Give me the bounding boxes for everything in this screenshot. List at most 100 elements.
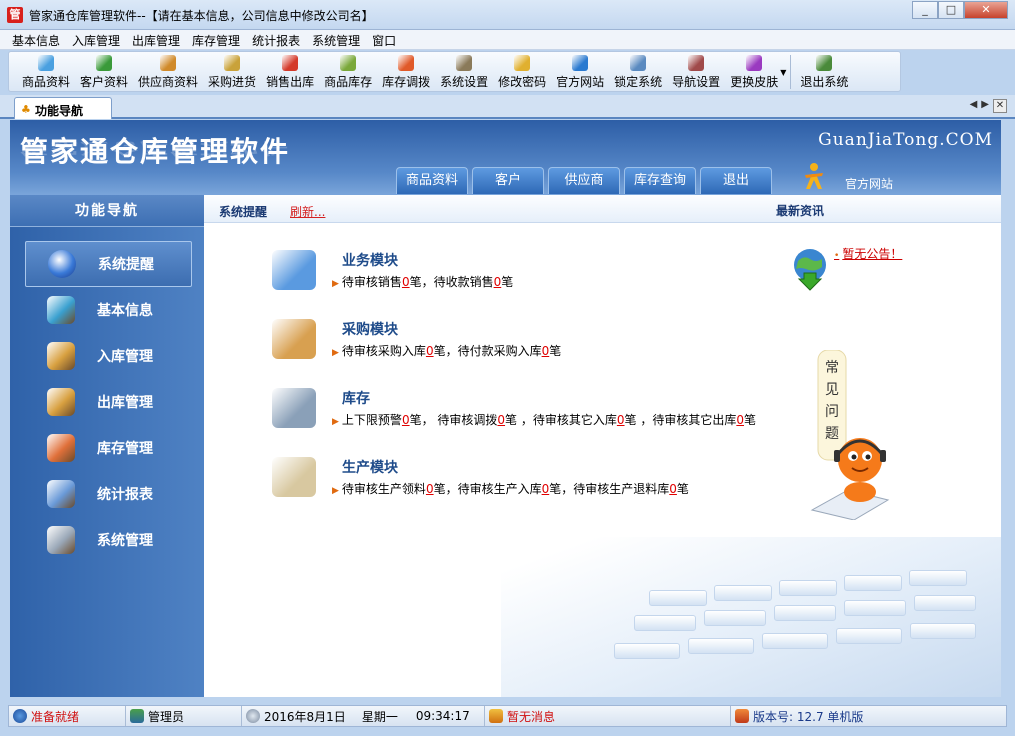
desc-text: 笔 [743,413,756,427]
toolbar-label: 修改密码 [498,75,547,89]
tab-prev-icon[interactable]: ◀ [970,99,978,113]
count-link[interactable]: 0 [669,482,677,496]
desc-text: 待审核销售 [341,275,402,289]
toolbar-button-3[interactable]: 采购进货 [203,52,261,91]
toolbar-button-7[interactable]: 系统设置 [435,52,493,91]
faq-mascot[interactable]: 常 见 问 题 [808,350,908,520]
status-version: 版本号: 12.7 单机版 [731,706,1006,726]
toolbar-button-8[interactable]: 修改密码 [493,52,551,91]
toolbar-button-2[interactable]: 供应商资料 [133,52,203,91]
count-link[interactable]: 0 [617,413,625,427]
menu-item-6[interactable]: 窗口 [366,30,402,49]
banner-tab-4[interactable]: 退出 [700,167,772,194]
toolbar-button-4[interactable]: 销售出库 [261,52,319,91]
toolbar-label: 供应商资料 [138,75,199,89]
skin-dropdown-icon[interactable]: ▼ [780,52,786,91]
count-link[interactable]: 0 [402,275,410,289]
sidebar-item-5[interactable]: 统计报表 [10,471,204,517]
count-link[interactable]: 0 [736,413,744,427]
maximize-button[interactable]: □ [938,1,964,19]
window-controls: _ □ ✕ [912,1,1008,19]
nav-settings-icon [688,55,705,71]
title-bar[interactable]: 管 管家通仓库管理软件--【请在基本信息，公司信息中修改公司名】 _ □ ✕ [0,0,1015,30]
arrow-icon: ▶ [332,486,339,496]
keyboard-decor [909,570,967,586]
module-title[interactable]: 生产模块 [342,457,398,477]
arrow-icon: ▶ [332,417,339,427]
toolbar-button-10[interactable]: 锁定系统 [609,52,667,91]
module-title[interactable]: 业务模块 [342,250,398,270]
banner-tab-3[interactable]: 库存查询 [624,167,696,194]
sidebar-item-label: 入库管理 [97,349,153,365]
globe-download-icon [794,249,826,291]
sidebar-item-2[interactable]: 入库管理 [10,333,204,379]
refresh-link[interactable]: 刷新... [290,203,325,220]
toolbar-button-11[interactable]: 导航设置 [667,52,725,91]
latest-news-title: 最新资讯 [776,204,825,218]
tab-label: 功能导航 [35,104,84,118]
sidebar-item-0[interactable]: 系统提醒 [25,241,192,287]
product-icon [38,55,54,71]
menu-item-0[interactable]: 基本信息 [6,30,66,49]
count-link[interactable]: 0 [402,413,410,427]
menu-item-2[interactable]: 出库管理 [126,30,186,49]
desc-text: 笔 [501,275,514,289]
sales-icon [282,55,299,71]
tab-controls: ◀ ▶ ✕ [970,99,1007,113]
tab-next-icon[interactable]: ▶ [981,99,989,113]
status-datetime: 2016年8月1日 星期一 09:34:17 [242,706,485,726]
supplier-icon [160,55,177,71]
count-link[interactable]: 0 [426,482,434,496]
desc-text: 笔 ，待审核其它出库 [624,413,737,427]
status-bar: 准备就绪 管理员 2016年8月1日 星期一 09:34:17 暂无消息 版本号… [8,705,1007,727]
sidebar-item-4[interactable]: 库存管理 [10,425,204,471]
sidebar-item-label: 系统提醒 [98,257,154,273]
sidebar-item-3[interactable]: 出库管理 [10,379,204,425]
module-title[interactable]: 库存 [342,388,370,408]
toolbar-label: 库存调拨 [382,75,431,89]
menu-item-5[interactable]: 系统管理 [306,30,366,49]
sidebar-item-1[interactable]: 基本信息 [10,287,204,333]
toolbar-button-13[interactable]: 退出系统 [795,52,853,91]
desc-text: 待审核生产领料 [341,482,426,496]
tab-close-icon[interactable]: ✕ [993,99,1007,113]
count-link[interactable]: 0 [497,413,505,427]
toolbar-button-6[interactable]: 库存调拨 [377,52,435,91]
toolbar-button-9[interactable]: 官方网站 [551,52,609,91]
keyboard-decor [844,600,906,616]
desc-text: 笔， 待审核调拨 [409,413,498,427]
exit-icon [816,55,833,71]
keyboard-decor [688,638,754,654]
menu-item-1[interactable]: 入库管理 [66,30,126,49]
info-icon [48,250,76,278]
box-out-icon [47,388,75,416]
status-message[interactable]: 暂无消息 [485,706,731,726]
menu-item-4[interactable]: 统计报表 [246,30,306,49]
notice-text: 暂无公告！ [842,247,903,261]
toolbar-button-0[interactable]: 商品资料 [17,52,75,91]
notice-link[interactable]: • 暂无公告！ [834,245,902,262]
toolbar-button-12[interactable]: 更换皮肤 [725,52,783,91]
banner-tab-2[interactable]: 供应商 [548,167,620,194]
keyboard-decor [914,595,976,611]
tab-function-nav[interactable]: ♣ 功能导航 [14,97,112,119]
module-desc: ▶ 上下限预警0笔， 待审核调拨0笔 ，待审核其它入库0笔 ，待审核其它出库0笔 [332,411,756,428]
desc-text: 笔 ，待审核其它入库 [505,413,617,427]
keyboard-decor [614,643,680,659]
count-link[interactable]: 0 [426,344,434,358]
toolbar-button-5[interactable]: 商品库存 [319,52,377,91]
close-button[interactable]: ✕ [964,1,1008,19]
menu-item-3[interactable]: 库存管理 [186,30,246,49]
clock-icon [246,709,260,723]
toolbar-button-1[interactable]: 客户资料 [75,52,133,91]
minimize-button[interactable]: _ [912,1,938,19]
module-title[interactable]: 采购模块 [342,319,398,339]
desc-text: 上下限预警 [341,413,402,427]
module-desc: ▶ 待审核生产领料0笔，待审核生产入库0笔，待审核生产退料库0笔 [332,480,689,497]
toolbar-label: 采购进货 [208,75,257,89]
desc-text: 笔 [676,482,689,496]
sidebar-item-6[interactable]: 系统管理 [10,517,204,563]
official-site-link[interactable]: 官方网站 [845,175,893,192]
banner-tab-0[interactable]: 商品资料 [396,167,468,194]
banner-tab-1[interactable]: 客户 [472,167,544,194]
